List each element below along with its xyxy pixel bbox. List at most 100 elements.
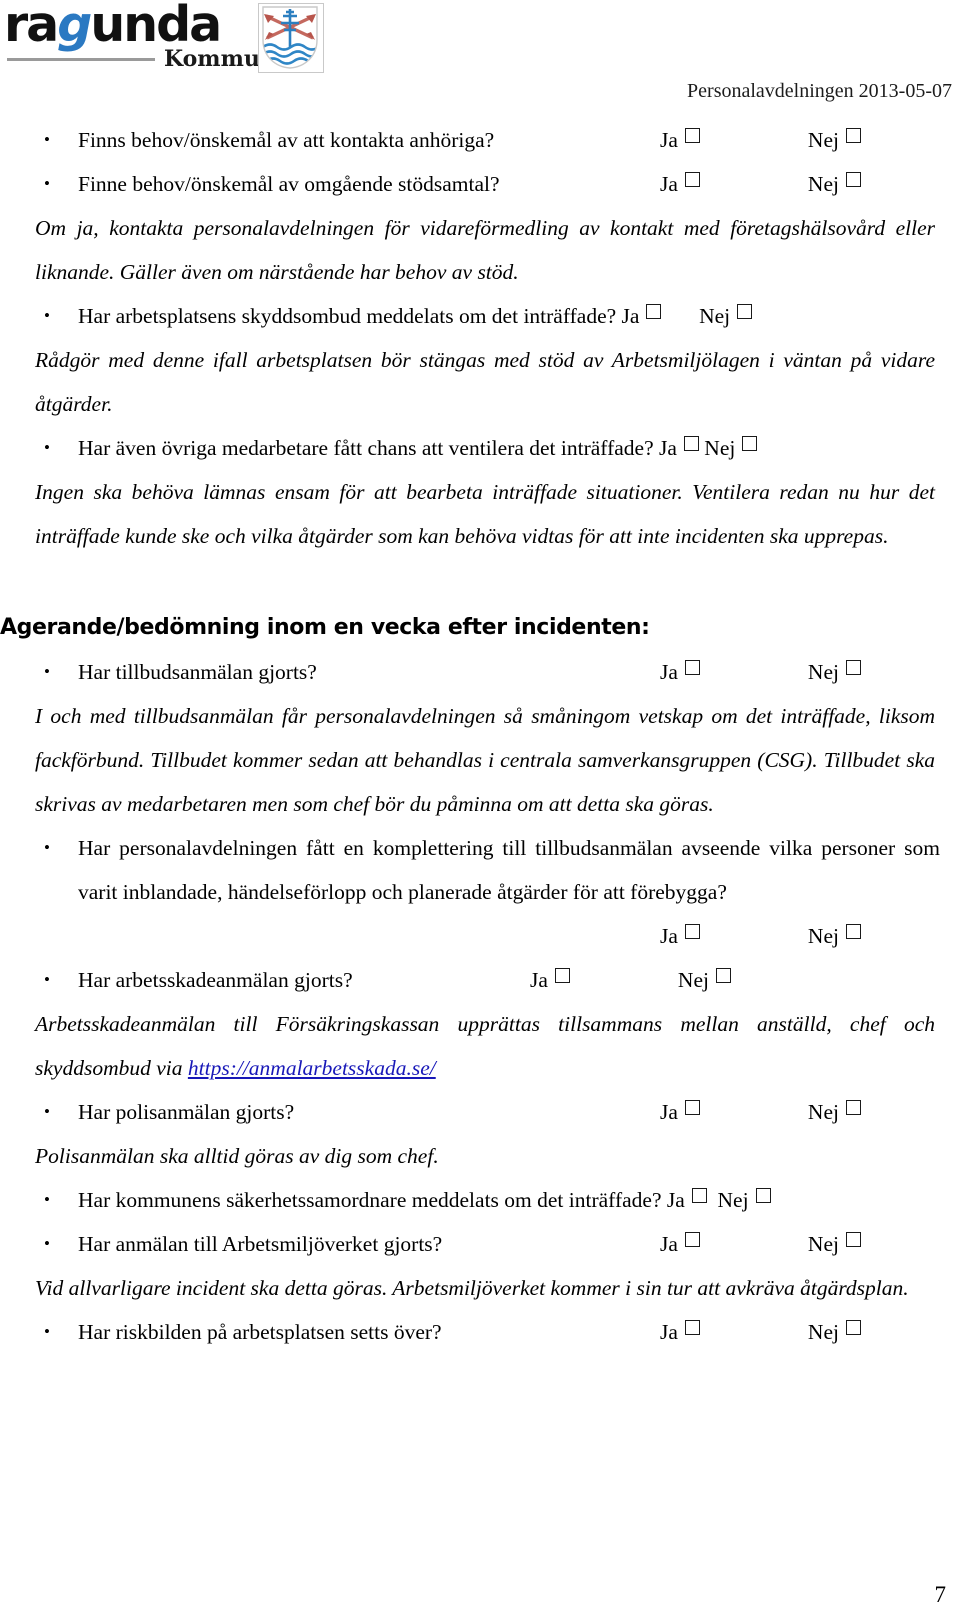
bullet-icon xyxy=(44,426,52,470)
bullet-icon xyxy=(44,1310,52,1354)
checklist-item-tillbudsanmalan-gjorts: Har tillbudsanmälan gjorts? Ja Nej xyxy=(0,650,960,694)
nej-label: Nej xyxy=(807,1320,839,1344)
checklist-item-riskbilden-setts-over: Har riskbilden på arbetsplatsen setts öv… xyxy=(0,1310,960,1354)
ja-label: Ja xyxy=(666,1188,685,1212)
nej-label: Nej xyxy=(677,968,709,992)
nej-checkbox[interactable] xyxy=(845,1100,861,1115)
page-number: 7 xyxy=(934,1582,947,1607)
checklist-item-arbetsskadeanmalan-gjorts: Har arbetsskadeanmälan gjorts? Ja Nej xyxy=(0,958,960,1002)
answer-group: Ja Nej xyxy=(660,1090,960,1134)
bullet-icon xyxy=(44,650,52,694)
answer-group: Ja Nej xyxy=(530,958,830,1002)
ja-checkbox[interactable] xyxy=(691,1188,707,1203)
note-vid-allvarligare-incident: Vid allvarligare incident ska detta göra… xyxy=(35,1276,909,1300)
bullet-icon xyxy=(44,1090,52,1134)
question-label: Har arbetsplatsens skyddsombud meddelats… xyxy=(78,304,617,328)
question-label: Har kommunens säkerhetssamordnare meddel… xyxy=(78,1188,662,1212)
ja-checkbox[interactable] xyxy=(684,1100,700,1115)
ja-label: Ja xyxy=(660,660,678,684)
bullet-icon xyxy=(44,162,52,206)
question-label: Har riskbilden på arbetsplatsen setts öv… xyxy=(78,1320,442,1344)
ja-label: Ja xyxy=(530,968,548,992)
ja-label: Ja xyxy=(659,436,677,460)
nej-checkbox[interactable] xyxy=(845,128,861,143)
bullet-icon xyxy=(44,294,52,338)
nej-label: Nej xyxy=(807,1100,839,1124)
document-header: ragunda Kommun Personalavdelningen 2013-… xyxy=(0,0,960,118)
ja-checkbox[interactable] xyxy=(554,968,570,983)
note-ingen-ska-behova: Ingen ska behöva lämnas ensam för att be… xyxy=(35,480,935,548)
checklist-item-anmalan-arbetsmiljoverket: Har anmälan till Arbetsmiljöverket gjort… xyxy=(0,1222,960,1266)
note-i-och-med-tillbudsanmalan: I och med tillbudsanmälan får personalav… xyxy=(35,704,935,816)
note-radgor-med-denne: Rådgör med denne ifall arbetsplatsen bör… xyxy=(35,348,935,416)
ja-checkbox[interactable] xyxy=(684,1320,700,1335)
answer-group: Ja Nej xyxy=(660,118,960,162)
ja-checkbox[interactable] xyxy=(684,128,700,143)
bullet-icon xyxy=(44,958,52,1002)
nej-checkbox[interactable] xyxy=(845,1232,861,1247)
ja-checkbox[interactable] xyxy=(684,924,700,939)
section-heading-agerande: Agerande/bedömning inom en vecka efter i… xyxy=(0,615,650,640)
ja-checkbox[interactable] xyxy=(646,304,662,319)
document-body: Finns behov/önskemål av att kontakta anh… xyxy=(0,118,960,1354)
ja-label: Ja xyxy=(660,128,678,152)
ja-label: Ja xyxy=(660,1100,678,1124)
bullet-icon xyxy=(44,1222,52,1266)
checklist-item-komplettering-tillbudsanmalan: Har personalavdelningen fått en komplett… xyxy=(0,826,960,914)
department-date: Personalavdelningen 2013-05-07 xyxy=(687,80,952,102)
nej-checkbox[interactable] xyxy=(845,172,861,187)
ja-label: Ja xyxy=(660,1232,678,1256)
nej-label: Nej xyxy=(807,172,839,196)
ja-checkbox[interactable] xyxy=(683,436,699,451)
anmalarbetsskada-link[interactable]: https://anmalarbetsskada.se/ xyxy=(188,1056,436,1080)
answer-group: Ja Nej xyxy=(661,1188,771,1212)
checklist-item-sakerhetssamordnare-meddelats: Har kommunens säkerhetssamordnare meddel… xyxy=(0,1178,960,1222)
nej-label: Nej xyxy=(807,660,839,684)
question-label: Finns behov/önskemål av att kontakta anh… xyxy=(78,128,495,152)
question-label: Har arbetsskadeanmälan gjorts? xyxy=(78,968,353,992)
nej-label: Nej xyxy=(717,1188,749,1212)
note-polisanmalan: Polisanmälan ska alltid göras av dig som… xyxy=(35,1144,439,1168)
ja-checkbox[interactable] xyxy=(684,1232,700,1247)
ja-label: Ja xyxy=(660,924,678,948)
logo-word-g: g xyxy=(57,0,92,53)
checklist-item-polisanmalan-gjorts: Har polisanmälan gjorts? Ja Nej xyxy=(0,1090,960,1134)
question-label: Har även övriga medarbetare fått chans a… xyxy=(78,436,654,460)
answer-group: Ja Nej xyxy=(660,650,960,694)
checklist-item-kontakta-anhoriga: Finns behov/önskemål av att kontakta anh… xyxy=(0,118,960,162)
ja-checkbox[interactable] xyxy=(684,172,700,187)
bullet-icon xyxy=(44,118,52,162)
answer-group: Ja Nej xyxy=(654,436,758,460)
ja-label: Ja xyxy=(621,304,640,328)
answer-group-komplettering: Ja Nej xyxy=(0,914,960,958)
answer-group: Ja Nej xyxy=(660,1310,960,1354)
checklist-item-ovriga-medarbetare-ventilera: Har även övriga medarbetare fått chans a… xyxy=(0,426,960,470)
ja-label: Ja xyxy=(660,1320,678,1344)
answer-group: Ja Nej xyxy=(660,1222,960,1266)
bullet-icon xyxy=(44,1178,52,1222)
nej-checkbox[interactable] xyxy=(845,924,861,939)
nej-checkbox[interactable] xyxy=(737,304,753,319)
nej-checkbox[interactable] xyxy=(845,1320,861,1335)
question-label: Finne behov/önskemål av omgående stödsam… xyxy=(78,172,500,196)
nej-label: Nej xyxy=(807,128,839,152)
answer-group: Ja Nej xyxy=(616,304,753,328)
nej-checkbox[interactable] xyxy=(755,1188,771,1203)
nej-checkbox[interactable] xyxy=(845,660,861,675)
question-label: Har polisanmälan gjorts? xyxy=(78,1100,295,1124)
question-label: Har personalavdelningen fått en komplett… xyxy=(78,836,940,904)
nej-checkbox[interactable] xyxy=(742,436,758,451)
checklist-item-skyddsombud-meddelats: Har arbetsplatsens skyddsombud meddelats… xyxy=(0,294,960,338)
ja-label: Ja xyxy=(660,172,678,196)
logo-wordmark: ragunda xyxy=(4,0,222,49)
checklist-item-omgaende-stodsamtal: Finne behov/önskemål av omgående stödsam… xyxy=(0,162,960,206)
question-label: Har anmälan till Arbetsmiljöverket gjort… xyxy=(78,1232,443,1256)
nej-label: Nej xyxy=(807,1232,839,1256)
nej-checkbox[interactable] xyxy=(715,968,731,983)
note-om-ja-kontakta: Om ja, kontakta personalavdelningen för … xyxy=(35,216,935,284)
nej-label: Nej xyxy=(704,436,736,460)
ja-checkbox[interactable] xyxy=(684,660,700,675)
bullet-icon xyxy=(44,826,52,870)
logo-word-before: ra xyxy=(4,0,59,53)
